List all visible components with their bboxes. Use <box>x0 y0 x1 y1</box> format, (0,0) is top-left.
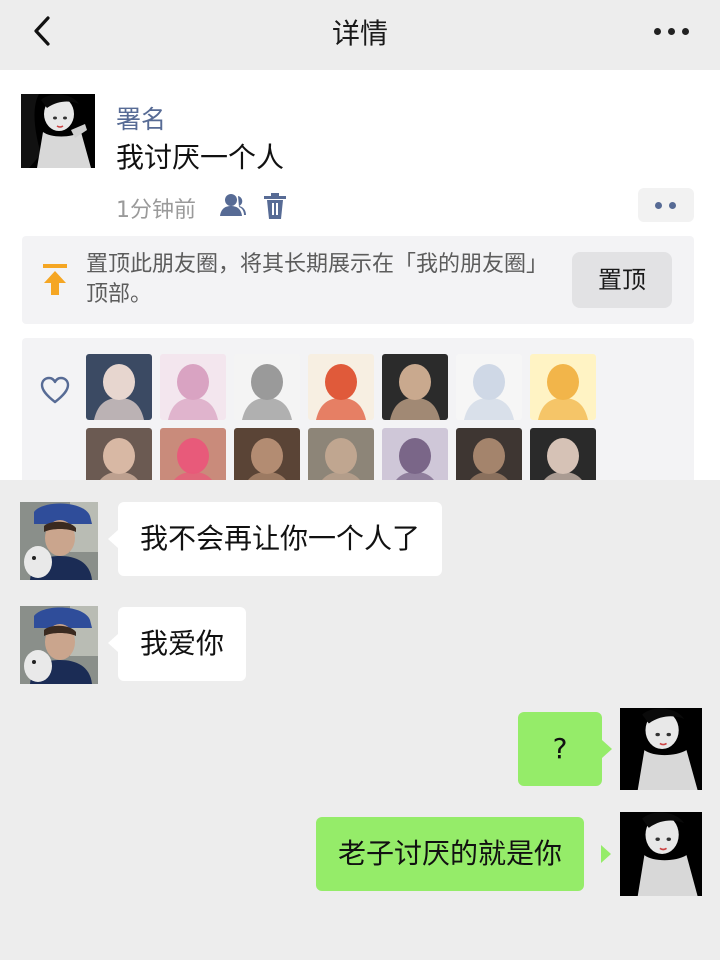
liker-avatar[interactable] <box>530 428 596 480</box>
liker-avatar[interactable] <box>234 354 300 420</box>
message-bubble[interactable]: 老子讨厌的就是你 <box>316 817 585 891</box>
my-avatar[interactable] <box>620 708 702 790</box>
author-avatar[interactable] <box>21 94 95 168</box>
pin-top-icon <box>43 264 67 295</box>
comment-menu-button[interactable] <box>638 188 694 222</box>
author-name[interactable]: 署名 <box>116 100 166 136</box>
my-avatar[interactable] <box>620 812 702 896</box>
liker-avatar[interactable] <box>530 354 596 420</box>
bubble-tail <box>602 740 612 758</box>
pin-button[interactable]: 置顶 <box>572 252 672 308</box>
liker-avatar[interactable] <box>382 428 448 480</box>
message-bubble[interactable]: ? <box>518 712 602 786</box>
trash-icon[interactable] <box>262 192 288 220</box>
liker-avatar[interactable] <box>234 428 300 480</box>
people-icon[interactable] <box>218 192 248 218</box>
post-content: 我讨厌一个人 <box>116 141 285 174</box>
liker-avatar[interactable] <box>160 354 226 420</box>
liker-avatar[interactable] <box>86 428 152 480</box>
bubble-tail <box>601 845 611 863</box>
liker-avatar[interactable] <box>308 428 374 480</box>
liker-avatar[interactable] <box>456 428 522 480</box>
contact-avatar[interactable] <box>20 502 98 580</box>
liker-avatar[interactable] <box>382 354 448 420</box>
post-time: 1分钟前 <box>116 198 196 223</box>
pin-banner: 置顶此朋友圈，将其长期展示在「我的朋友圈」顶部。 置顶 <box>22 236 694 324</box>
liker-avatar[interactable] <box>86 354 152 420</box>
moment-detail: 详情 署名 我讨厌一个人 1分钟前 置顶此朋友圈，将其长期展示在「我的朋友圈」顶… <box>0 0 720 480</box>
heart-icon <box>40 376 70 404</box>
liker-avatar[interactable] <box>160 428 226 480</box>
message-bubble[interactable]: 我爱你 <box>118 607 247 681</box>
bubble-tail <box>108 530 118 548</box>
more-dots-icon[interactable] <box>654 28 690 38</box>
bubble-tail <box>108 634 118 652</box>
message-bubble[interactable]: 我不会再让你一个人了 <box>118 502 443 576</box>
liker-avatar[interactable] <box>456 354 522 420</box>
liker-avatar[interactable] <box>308 354 374 420</box>
page-title: 详情 <box>331 17 388 50</box>
likes-panel <box>22 338 694 480</box>
nav-bar: 详情 <box>0 0 720 70</box>
contact-avatar[interactable] <box>20 606 98 684</box>
pin-prompt-text: 置顶此朋友圈，将其长期展示在「我的朋友圈」顶部。 <box>86 252 549 307</box>
